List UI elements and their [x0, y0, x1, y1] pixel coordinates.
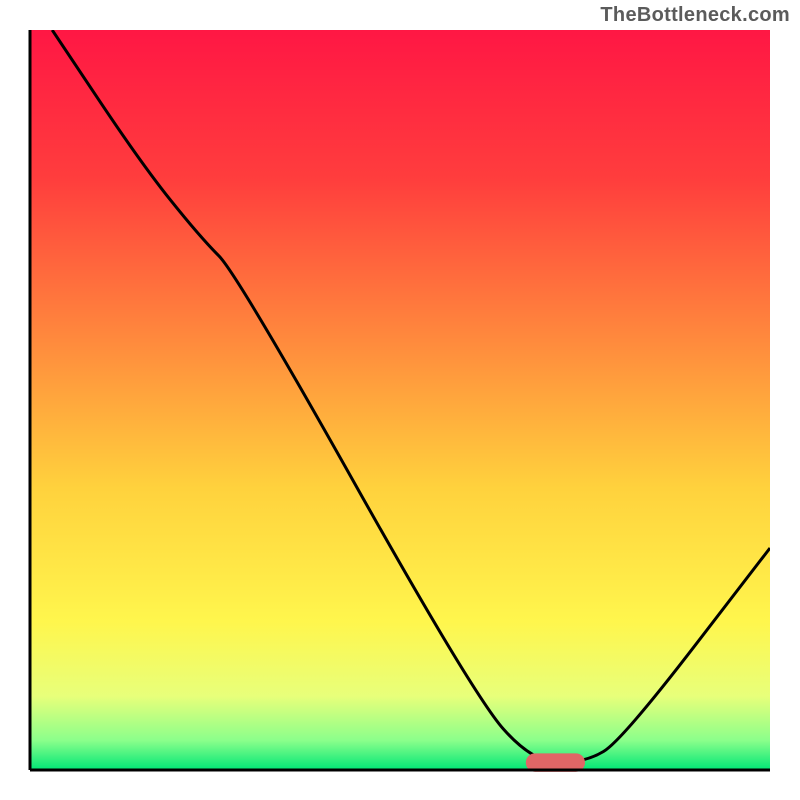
chart-container: TheBottleneck.com: [0, 0, 800, 800]
heat-gradient-background: [30, 30, 770, 770]
bottleneck-chart: [0, 0, 800, 800]
